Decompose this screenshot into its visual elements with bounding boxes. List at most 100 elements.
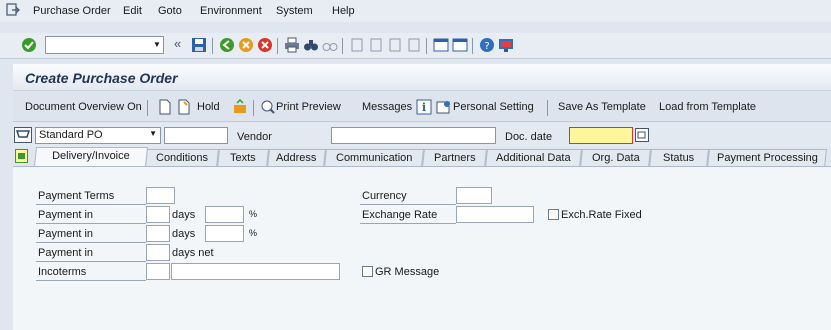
back-icon[interactable] xyxy=(219,37,235,53)
standard-toolbar: ▼ « ? xyxy=(0,33,831,59)
tab-delivery-invoice[interactable]: Delivery/Invoice xyxy=(33,147,149,167)
doc-date-input[interactable] xyxy=(569,127,633,144)
tab-partners[interactable]: Partners xyxy=(422,149,487,167)
tab-label: Additional Data xyxy=(496,152,571,164)
payment-in-label-1: Payment in xyxy=(38,209,94,221)
payment-days-net-input[interactable] xyxy=(146,244,170,261)
exit-icon[interactable] xyxy=(6,3,20,17)
vendor-label: Vendor xyxy=(237,131,272,143)
payment-terms-input[interactable] xyxy=(146,187,175,204)
separator xyxy=(342,38,343,54)
menu-system[interactable]: System xyxy=(276,5,313,17)
po-number-value xyxy=(165,129,168,141)
create-session-icon[interactable] xyxy=(433,37,449,53)
percent-label-2: % xyxy=(249,228,258,238)
doc-date-value xyxy=(570,129,573,141)
incoterms-label: Incoterms xyxy=(38,266,87,278)
save-icon[interactable] xyxy=(191,37,207,53)
payment-in-label-2: Payment in xyxy=(38,228,94,240)
divider xyxy=(36,242,146,243)
vendor-input[interactable] xyxy=(331,127,496,144)
payment-days-1-input[interactable] xyxy=(146,206,170,223)
incoterms-code-input[interactable] xyxy=(146,263,170,280)
last-page-icon[interactable] xyxy=(406,37,422,53)
discount-percent-1-input[interactable] xyxy=(205,206,244,223)
previous-page-icon[interactable] xyxy=(368,37,384,53)
tab-org-data[interactable]: Org. Data xyxy=(580,149,651,167)
menu-purchase-order[interactable]: Purchase Order xyxy=(33,5,111,17)
next-page-icon[interactable] xyxy=(387,37,403,53)
currency-label: Currency xyxy=(362,190,407,202)
tab-status[interactable]: Status xyxy=(649,149,709,167)
tab-additional-data[interactable]: Additional Data xyxy=(485,149,582,167)
chevron-down-icon: ▼ xyxy=(149,129,157,138)
divider xyxy=(360,204,456,205)
tab-address[interactable]: Address xyxy=(267,149,326,167)
gr-message-label: GR Message xyxy=(375,266,440,278)
print-icon[interactable] xyxy=(284,37,300,53)
new-document-icon[interactable] xyxy=(157,99,173,115)
load-from-template-button[interactable]: Load from Template xyxy=(659,101,756,113)
delivery-invoice-panel: Payment Terms Payment in days % Payment … xyxy=(13,166,831,330)
vendor-value xyxy=(332,129,335,141)
divider xyxy=(36,204,146,205)
tab-payment-processing[interactable]: Payment Processing xyxy=(707,149,827,167)
tab-label: Address xyxy=(276,152,317,164)
cart-icon[interactable] xyxy=(14,127,32,143)
exchange-rate-input[interactable] xyxy=(456,206,534,223)
doc-date-label: Doc. date xyxy=(505,131,553,143)
separator xyxy=(212,38,213,54)
tab-communication[interactable]: Communication xyxy=(324,149,424,167)
help-icon[interactable]: ? xyxy=(479,37,495,53)
incoterms-location-input[interactable] xyxy=(171,263,340,280)
find-icon[interactable] xyxy=(303,37,319,53)
cancel-icon[interactable] xyxy=(257,37,273,53)
personal-setting-icon[interactable] xyxy=(436,99,452,115)
payment-days-2-input[interactable] xyxy=(146,225,170,242)
personal-setting-button[interactable]: Personal Setting xyxy=(453,101,534,113)
currency-input[interactable] xyxy=(456,187,492,204)
save-as-template-button[interactable]: Save As Template xyxy=(558,101,646,113)
calendar-help-icon[interactable] xyxy=(635,128,649,142)
print-preview-icon[interactable] xyxy=(260,99,276,115)
tab-conditions[interactable]: Conditions xyxy=(145,149,219,167)
first-page-icon[interactable] xyxy=(349,37,365,53)
divider xyxy=(36,280,146,281)
exit-app-icon[interactable] xyxy=(238,37,254,53)
days-net-label: days net xyxy=(172,247,214,259)
po-number-input[interactable] xyxy=(164,127,228,144)
discount-percent-2-input[interactable] xyxy=(205,225,244,242)
document-type-select[interactable]: Standard PO ▼ xyxy=(35,127,161,144)
menu-help[interactable]: Help xyxy=(332,5,355,17)
menu-goto[interactable]: Goto xyxy=(158,5,182,17)
tab-label: Delivery/Invoice xyxy=(52,150,130,162)
messages-button[interactable]: Messages xyxy=(362,101,412,113)
hold-button[interactable]: Hold xyxy=(197,101,220,113)
divider xyxy=(36,223,146,224)
tab-texts[interactable]: Texts xyxy=(217,149,269,167)
command-dropdown-icon[interactable]: ▼ xyxy=(150,36,164,54)
enter-check-icon[interactable] xyxy=(21,37,37,53)
document-type-value: Standard PO xyxy=(39,129,103,141)
document-overview-button[interactable]: Document Overview On xyxy=(25,101,142,113)
svg-text:?: ? xyxy=(484,41,489,52)
find-next-icon[interactable] xyxy=(322,37,338,53)
open-document-icon[interactable] xyxy=(176,99,192,115)
history-back-icon[interactable]: « xyxy=(174,37,190,53)
expand-header-icon[interactable] xyxy=(15,149,28,163)
shortcut-icon[interactable] xyxy=(452,37,468,53)
separator xyxy=(147,100,148,116)
tab-label: Payment Processing xyxy=(716,152,818,164)
gr-message-checkbox[interactable] xyxy=(362,266,373,277)
tab-label: Org. Data xyxy=(591,152,640,164)
menu-edit[interactable]: Edit xyxy=(123,5,142,17)
separator xyxy=(277,38,278,54)
divider xyxy=(36,261,146,262)
command-field[interactable] xyxy=(45,36,164,54)
info-icon[interactable]: i xyxy=(416,99,432,115)
print-preview-button[interactable]: Print Preview xyxy=(276,101,341,113)
check-icon[interactable] xyxy=(232,99,248,115)
exch-rate-fixed-checkbox[interactable] xyxy=(548,209,559,220)
customize-layout-icon[interactable] xyxy=(498,37,514,53)
menu-environment[interactable]: Environment xyxy=(200,5,262,17)
